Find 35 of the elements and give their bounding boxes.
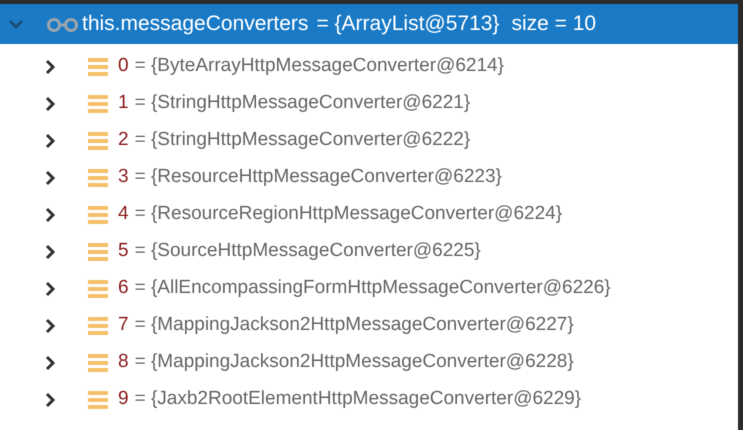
element-index: 2 — [118, 128, 129, 152]
element-value: = {Jaxb2RootElementHttpMessageConverter@6229} — [134, 387, 582, 412]
element-value: = {ByteArrayHttpMessageConverter@6214} — [134, 54, 504, 78]
list-icon — [88, 56, 108, 76]
element-index: 9 — [118, 387, 129, 412]
tree-root-row[interactable]: this.messageConverters = {ArrayList@5713} size = 10 — [0, 4, 738, 44]
glasses-icon — [46, 16, 80, 32]
list-icon — [88, 168, 108, 188]
element-index: 4 — [118, 202, 129, 226]
element-index: 3 — [118, 165, 129, 190]
variable-value: = {ArrayList@5713} — [316, 11, 500, 38]
element-index: 6 — [118, 276, 129, 300]
list-icon — [88, 242, 108, 262]
element-value: = {MappingJackson2HttpMessageConverter@6228} — [134, 350, 574, 374]
element-value: = {SourceHttpMessageConverter@6225} — [134, 239, 481, 264]
element-value: = {AllEncompassingFormHttpMessageConverter@6226} — [134, 276, 611, 300]
variable-name: this.messageConverters — [82, 11, 308, 38]
element-value: = {StringHttpMessageConverter@6222} — [134, 128, 470, 152]
element-value: = {MappingJackson2HttpMessageConverter@6227} — [134, 313, 574, 338]
list-icon — [88, 316, 108, 336]
element-index: 1 — [118, 91, 129, 116]
list-icon — [88, 130, 108, 150]
element-value: = {StringHttpMessageConverter@6221} — [134, 91, 470, 116]
element-index: 7 — [118, 313, 129, 338]
list-icon — [88, 204, 108, 224]
list-icon — [88, 94, 108, 114]
size-label: size = 10 — [511, 11, 596, 38]
element-index: 0 — [118, 54, 129, 78]
element-index: 5 — [118, 239, 129, 264]
element-value: = {ResourceHttpMessageConverter@6223} — [134, 165, 502, 190]
list-icon — [88, 278, 108, 298]
list-icon — [88, 390, 108, 410]
element-index: 8 — [118, 350, 129, 374]
list-icon — [88, 352, 108, 372]
element-value: = {ResourceRegionHttpMessageConverter@6224} — [134, 202, 562, 226]
